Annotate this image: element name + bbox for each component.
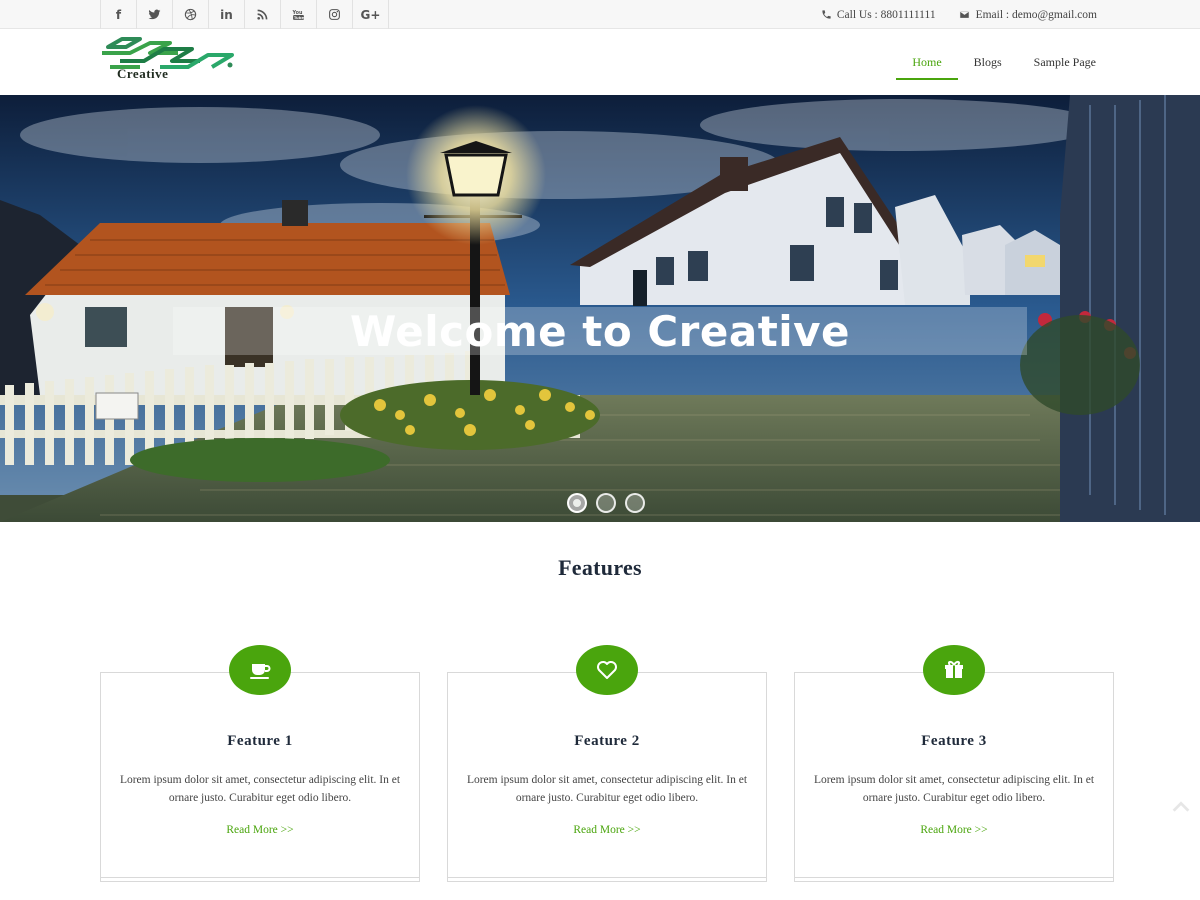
nav-sample-page[interactable]: Sample Page <box>1018 29 1112 95</box>
coffee-cup-icon <box>250 664 271 679</box>
feature-card-2: Feature 2 Lorem ipsum dolor sit amet, co… <box>447 645 767 882</box>
slider-dots <box>567 493 654 513</box>
gift-icon <box>945 661 963 678</box>
feature-title: Feature 3 <box>921 733 987 749</box>
nav-blogs[interactable]: Blogs <box>958 29 1018 95</box>
feature-icon-circle <box>576 645 638 695</box>
dribbble-icon[interactable] <box>173 0 209 29</box>
feature-title: Feature 2 <box>574 733 640 749</box>
svg-text:Tube: Tube <box>294 15 305 20</box>
main-nav: Home Blogs Sample Page <box>896 29 1112 95</box>
slider-dot-2[interactable] <box>596 493 616 513</box>
slider-dot-1[interactable] <box>567 493 587 513</box>
hero-title: Welcome to Creative <box>349 306 851 356</box>
youtube-icon[interactable]: You Tube <box>281 0 317 29</box>
top-bar: f in You Tube G+ Call Us : 8801111111 Ema… <box>0 0 1200 29</box>
phone-text: Call Us : 8801111111 <box>836 8 936 21</box>
linkedin-icon[interactable]: in <box>209 0 245 29</box>
phone-icon <box>822 10 831 19</box>
facebook-icon[interactable]: f <box>101 0 137 29</box>
logo-text[interactable]: Creative <box>117 66 168 82</box>
hero-slider: Welcome to Creative <box>0 95 1200 522</box>
read-more-link[interactable]: Read More >> <box>448 824 766 836</box>
phone-contact: Call Us : 8801111111 <box>821 9 936 21</box>
twitter-icon[interactable] <box>137 0 173 29</box>
email-text: Email : demo@gmail.com <box>975 8 1097 21</box>
feature-text: Lorem ipsum dolor sit amet, consectetur … <box>813 774 1095 804</box>
hero-banner: Welcome to Creative <box>173 306 1027 356</box>
email-contact[interactable]: Email : demo@gmail.com <box>958 9 1097 21</box>
instagram-icon[interactable] <box>317 0 353 29</box>
feature-title: Feature 1 <box>227 733 293 749</box>
read-more-link[interactable]: Read More >> <box>101 824 419 836</box>
rss-icon[interactable] <box>245 0 281 29</box>
feature-text: Lorem ipsum dolor sit amet, consectetur … <box>466 774 748 804</box>
feature-card-3: Feature 3 Lorem ipsum dolor sit amet, co… <box>794 645 1114 882</box>
feature-icon-circle <box>229 645 291 695</box>
nav-home[interactable]: Home <box>896 29 958 95</box>
site-header: Creative Home Blogs Sample Page <box>0 29 1200 95</box>
envelope-icon <box>959 10 969 19</box>
slider-dot-3[interactable] <box>625 493 645 513</box>
features-title: Features <box>558 555 642 580</box>
feature-icon-circle <box>923 645 985 695</box>
social-links: f in You Tube G+ <box>100 0 389 29</box>
feature-text: Lorem ipsum dolor sit amet, consectetur … <box>119 774 401 804</box>
scroll-to-top-icon[interactable] <box>1170 796 1192 818</box>
google-plus-icon[interactable]: G+ <box>353 0 389 29</box>
contact-info: Call Us : 8801111111 Email : demo@gmail.… <box>799 0 1097 29</box>
read-more-link[interactable]: Read More >> <box>795 824 1113 836</box>
heart-icon <box>597 661 617 679</box>
feature-card-1: Feature 1 Lorem ipsum dolor sit amet, co… <box>100 645 420 882</box>
